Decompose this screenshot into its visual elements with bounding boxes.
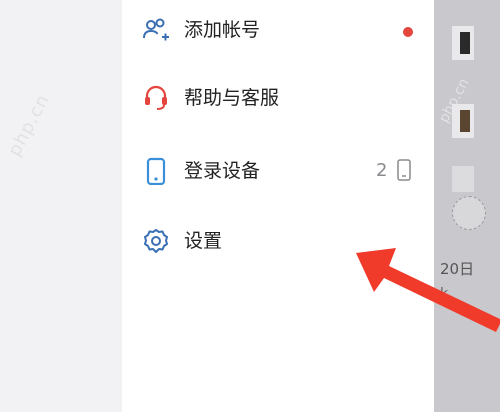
menu-item-add-account[interactable]: 添加帐号 xyxy=(122,2,434,62)
phone-icon xyxy=(142,157,170,186)
menu-item-login-devices[interactable]: 登录设备 2 xyxy=(122,143,434,203)
background-thumbnail xyxy=(452,104,474,138)
menu-item-label: 设置 xyxy=(184,230,223,252)
add-user-icon xyxy=(142,16,170,44)
menu-item-settings[interactable]: 设置 xyxy=(122,213,434,273)
device-count: 2 xyxy=(376,160,388,181)
gear-icon xyxy=(142,227,170,255)
background-avatar xyxy=(452,196,486,230)
headset-icon xyxy=(142,84,170,112)
menu-item-label: 帮助与客服 xyxy=(184,87,280,109)
menu-item-label: 添加帐号 xyxy=(184,19,261,41)
background-date-sub: k. xyxy=(440,286,453,302)
background-left-area: php.cn xyxy=(0,0,122,412)
background-thumbnail xyxy=(452,166,474,192)
menu-item-label: 登录设备 xyxy=(184,160,261,182)
background-thumbnail xyxy=(452,26,474,60)
background-date: 20日 xyxy=(440,260,475,278)
device-icon xyxy=(397,159,411,181)
watermark: php.cn xyxy=(4,90,55,160)
notification-dot xyxy=(403,27,413,37)
menu-item-help-support[interactable]: 帮助与客服 xyxy=(122,70,434,130)
side-drawer-menu: 添加帐号 帮助与客服 登录设备 2 设置 xyxy=(122,0,500,412)
